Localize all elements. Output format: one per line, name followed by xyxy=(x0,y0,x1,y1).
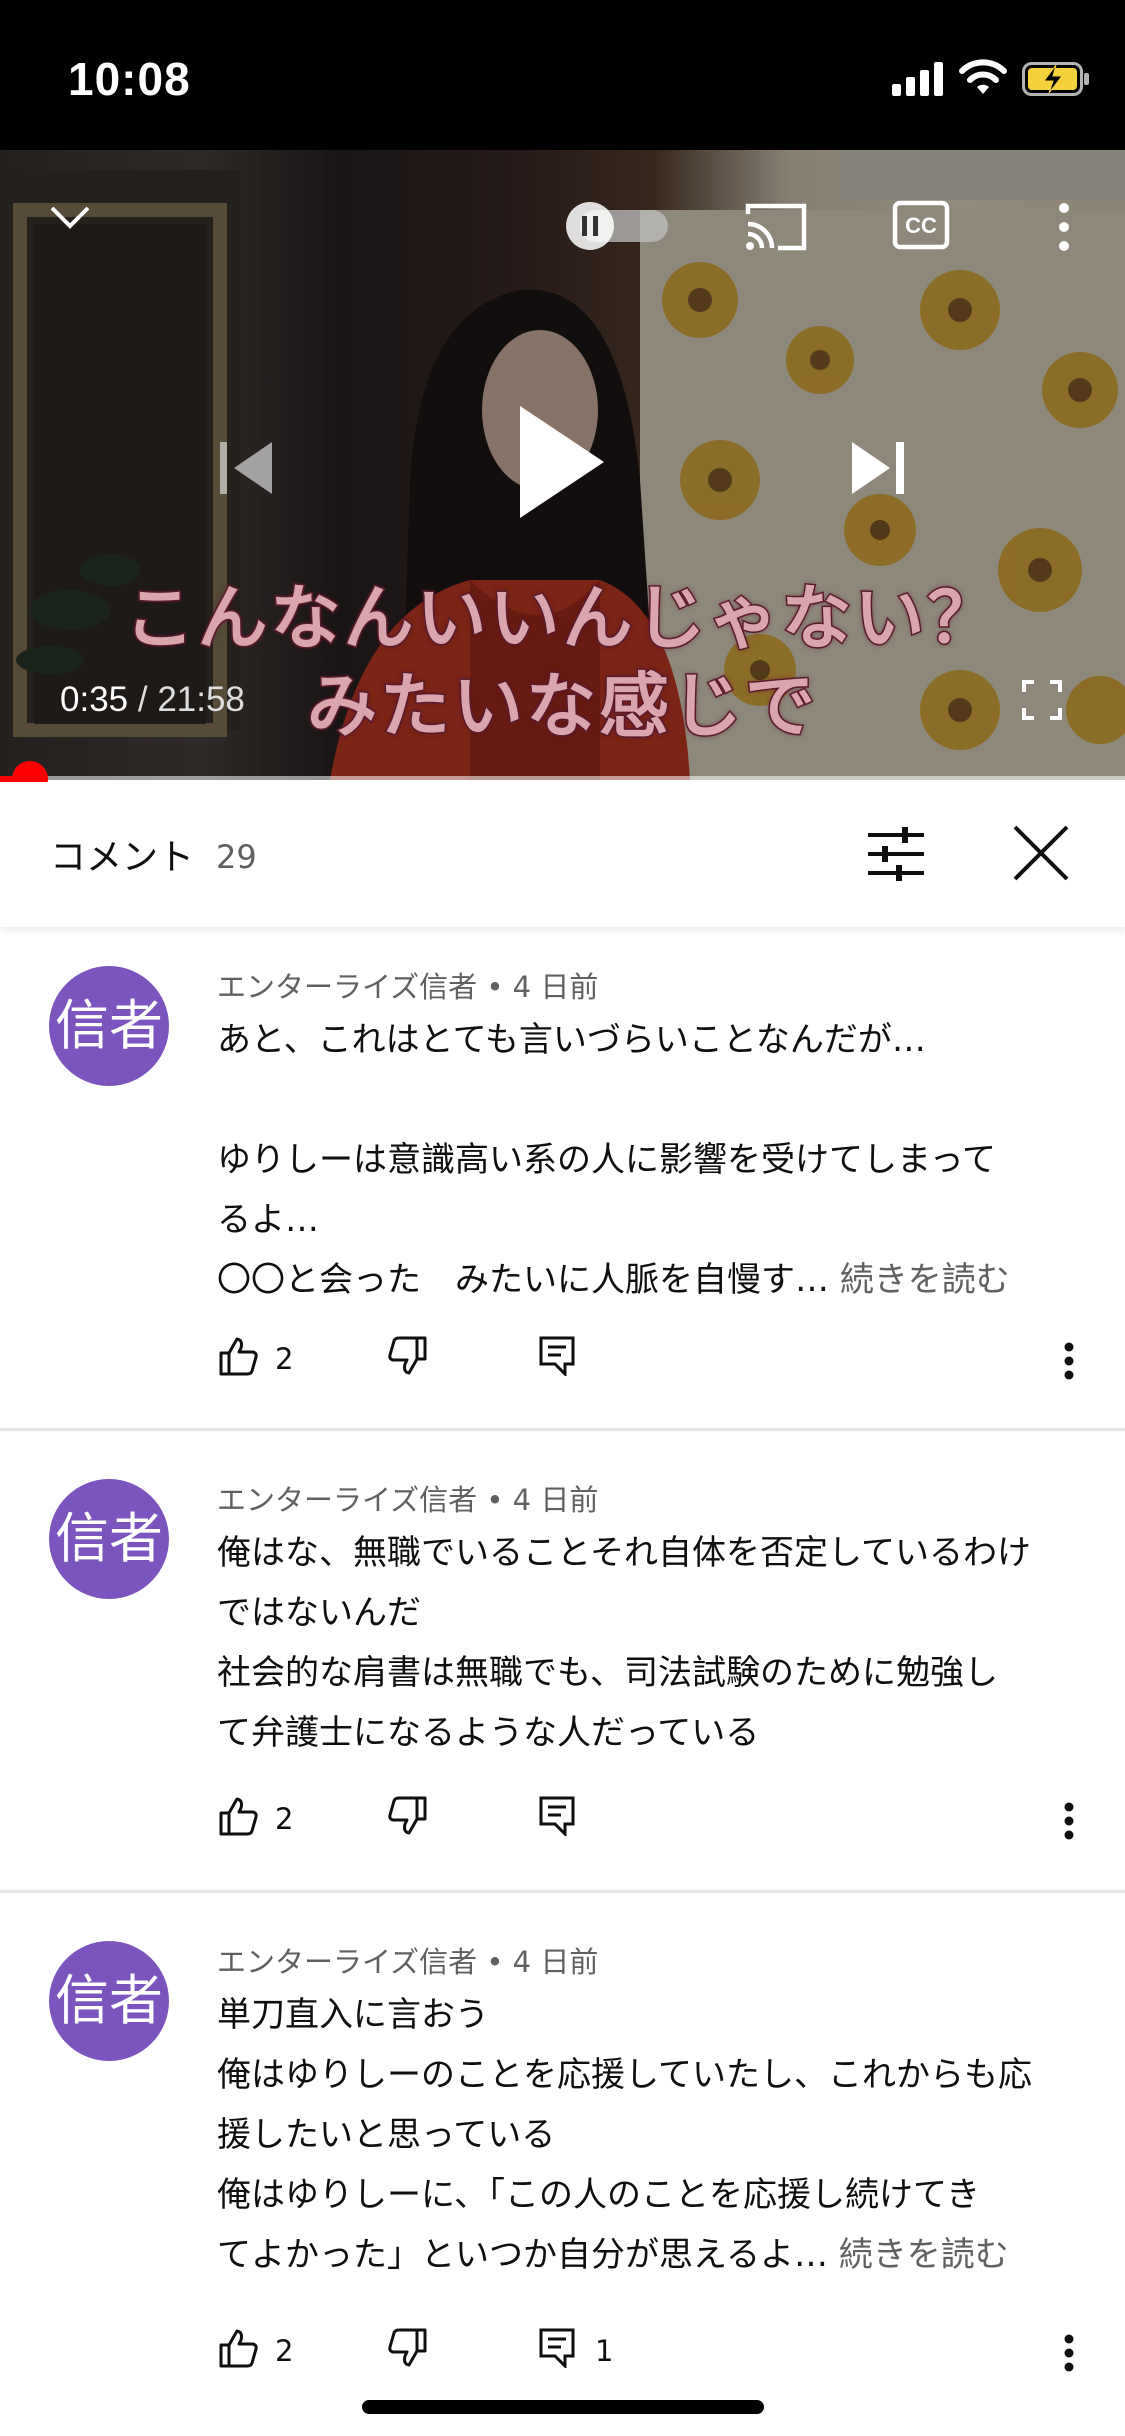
comment-line: 俺はな、無職でいることそれ自体を否定しているわけ xyxy=(217,1533,1031,1573)
collapse-chevron-icon[interactable] xyxy=(48,202,92,232)
comments-count: 29 xyxy=(216,838,257,876)
dislike-icon[interactable] xyxy=(387,1336,427,1376)
wifi-icon xyxy=(959,59,1007,94)
captions-cc-icon[interactable]: CC xyxy=(892,200,950,250)
home-indicator[interactable] xyxy=(362,2400,764,2414)
comment-actions: 2 1 xyxy=(217,2328,1097,2378)
video-player[interactable]: CC こんなんいいんじゃない？ みたいな感じで 0:35 / 21:58 xyxy=(0,150,1125,780)
comment-body[interactable]: 単刀直入に言おう 俺はゆりしーのことを応援していたし、これからも応 援したいと思… xyxy=(217,1985,1087,2285)
time-separator: / xyxy=(128,680,158,719)
status-bar: 10:08 xyxy=(0,0,1125,150)
comment-meta: エンターライズ信者 • 4 日前 xyxy=(217,1945,599,1979)
comment-item: 信者 エンターライズ信者 • 4 日前 俺はな、無職でいることそれ自体を否定して… xyxy=(0,1431,1125,1891)
comment-line: ではないんだ xyxy=(217,1593,421,1633)
read-more-link[interactable]: 続きを読む xyxy=(840,1260,1010,1300)
comment-line-text: 〇〇と会った みたいに人脈を自慢す… xyxy=(217,1260,829,1300)
avatar[interactable]: 信者 xyxy=(49,1479,169,1599)
fullscreen-icon[interactable] xyxy=(1022,680,1062,720)
comment-line: 社会的な肩書は無職でも、司法試験のために勉強し xyxy=(217,1653,998,1693)
comment-line: ゆりしーは意識高い系の人に影響を受けてしまって xyxy=(217,1140,996,1180)
status-time: 10:08 xyxy=(68,53,191,105)
next-video-icon[interactable] xyxy=(850,440,906,496)
comment-line: あと、これはとても言いづらいことなんだが… xyxy=(217,1020,926,1060)
comment-meta: エンターライズ信者 • 4 日前 xyxy=(217,970,599,1004)
close-icon[interactable] xyxy=(1012,824,1070,882)
comment-line: 俺はゆりしーに、「この人のことを応援し続けてき xyxy=(217,2175,980,2215)
like-icon[interactable] xyxy=(219,1796,259,1836)
play-icon[interactable] xyxy=(516,404,606,520)
comments-header: コメント 29 xyxy=(0,782,1125,927)
svg-text:CC: CC xyxy=(905,213,937,238)
cellular-signal-icon xyxy=(892,62,943,96)
like-icon[interactable] xyxy=(219,1336,259,1376)
reply-count: 1 xyxy=(595,2334,614,2368)
timecode: 0:35 / 21:58 xyxy=(60,680,245,720)
avatar[interactable]: 信者 xyxy=(49,1941,169,2061)
like-count: 2 xyxy=(275,2334,294,2368)
reply-icon[interactable] xyxy=(539,1796,575,1836)
avatar[interactable]: 信者 xyxy=(49,966,169,1086)
comment-line xyxy=(217,1070,1087,1130)
comment-line: るよ… xyxy=(217,1200,319,1240)
more-options-icon[interactable] xyxy=(1052,202,1076,252)
video-duration: 21:58 xyxy=(157,680,245,719)
comment-actions: 2 xyxy=(217,1336,1097,1386)
comment-more-icon[interactable] xyxy=(1063,1802,1075,1840)
dislike-icon[interactable] xyxy=(387,2328,427,2368)
comment-line: 援したいと思っている xyxy=(217,2115,556,2155)
cast-icon[interactable] xyxy=(744,200,808,252)
comment-meta: エンターライズ信者 • 4 日前 xyxy=(217,1483,599,1517)
like-icon[interactable] xyxy=(219,2328,259,2368)
reply-icon[interactable] xyxy=(539,2328,575,2368)
comment-line: て弁護士になるような人だっている xyxy=(217,1713,760,1753)
like-count: 2 xyxy=(275,1342,294,1376)
comment-item: 信者 エンターライズ信者 • 4 日前 単刀直入に言おう 俺はゆりしーのことを応… xyxy=(0,1893,1125,2436)
comment-line: 〇〇と会った みたいに人脈を自慢す… 続きを読む xyxy=(217,1250,1087,1310)
comment-body[interactable]: 俺はな、無職でいることそれ自体を否定しているわけ ではないんだ 社会的な肩書は無… xyxy=(217,1523,1087,1763)
read-more-link[interactable]: 続きを読む xyxy=(839,2235,1009,2275)
comment-line: てよかった」といつか自分が思えるよ… 続きを読む xyxy=(217,2225,1087,2285)
comment-line: 単刀直入に言おう xyxy=(217,1995,489,2035)
autoplay-toggle[interactable] xyxy=(560,202,670,250)
battery-charging-icon xyxy=(1022,62,1089,96)
current-time: 0:35 xyxy=(60,680,129,719)
comment-line-text: てよかった」といつか自分が思えるよ… xyxy=(217,2235,828,2275)
comment-item: 信者 エンターライズ信者 • 4 日前 あと、これはとても言いづらいことなんだが… xyxy=(0,928,1125,1428)
reply-icon[interactable] xyxy=(539,1336,575,1376)
comments-title: コメント xyxy=(50,837,195,878)
comment-more-icon[interactable] xyxy=(1063,1342,1075,1380)
comment-line: 俺はゆりしーのことを応援していたし、これからも応 xyxy=(217,2055,1032,2095)
comment-body[interactable]: あと、これはとても言いづらいことなんだが… ゆりしーは意識高い系の人に影響を受け… xyxy=(217,1010,1087,1310)
like-count: 2 xyxy=(275,1802,294,1836)
comment-actions: 2 xyxy=(217,1796,1097,1846)
previous-video-icon[interactable] xyxy=(218,440,274,496)
sort-filter-icon[interactable] xyxy=(866,827,926,881)
comment-more-icon[interactable] xyxy=(1063,2334,1075,2372)
dislike-icon[interactable] xyxy=(387,1796,427,1836)
video-caption-line-1: こんなんいいんじゃない？ xyxy=(123,576,1001,661)
